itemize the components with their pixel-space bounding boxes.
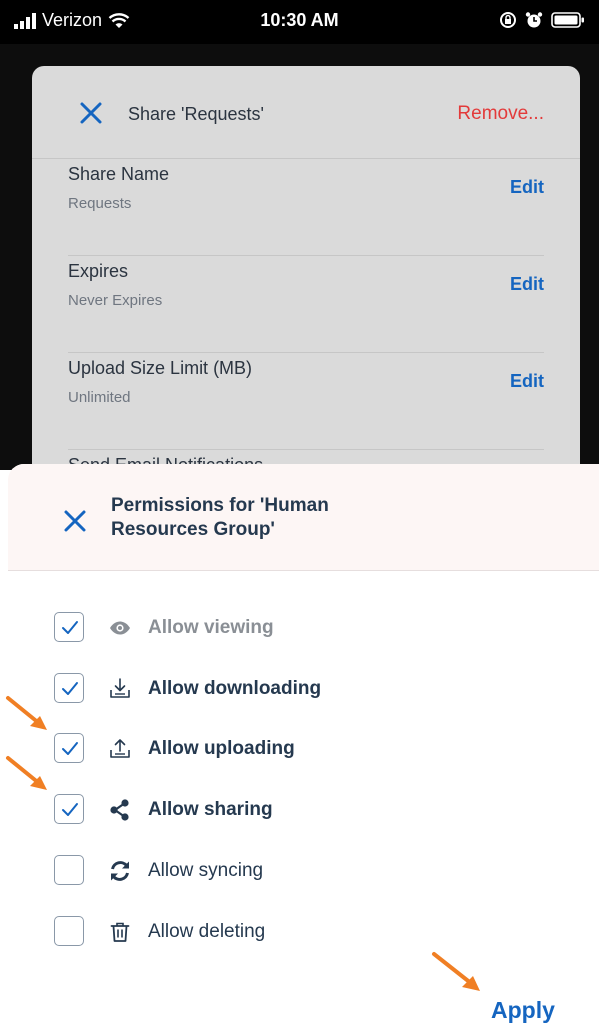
share-icon [110,799,129,821]
trash-icon [110,922,130,942]
apply-button[interactable]: Apply [491,997,555,1024]
upload-icon [110,739,130,758]
status-bar: Verizon 10:30 AM [0,0,599,44]
checkmark-icon [62,621,78,634]
close-icon[interactable] [78,100,104,126]
permissions-sheet-header: Permissions for 'Human Resources Group' [8,464,599,571]
row-title: Expires [68,261,129,281]
viewing-checkbox[interactable] [54,612,84,642]
expires-row: Expires Never Expires Edit [68,256,544,353]
row-value: Never Expires [68,292,163,309]
share-name-row: Share Name Requests Edit [68,159,544,256]
rotation-lock-icon [500,12,516,28]
row-title: Share Name [68,164,170,184]
edit-share-name-button[interactable]: Edit [510,177,544,198]
edit-expires-button[interactable]: Edit [510,274,544,295]
share-dialog: Share 'Requests' Remove... Share Name Re… [32,66,580,486]
syncing-checkbox[interactable] [54,855,84,885]
sync-icon [111,861,129,881]
row-value: Requests [68,195,132,212]
close-icon[interactable] [62,508,88,534]
permission-label: Allow viewing [148,617,274,638]
edit-upload-size-limit-button[interactable]: Edit [510,371,544,392]
permissions-sheet-title: Permissions for 'Human Resources Group' [111,495,329,540]
permissions-sheet: Permissions for 'Human Resources Group' … [8,464,599,1030]
status-right [499,11,585,29]
remove-button[interactable]: Remove... [457,103,544,125]
download-icon [110,678,130,698]
upload-size-limit-row: Upload Size Limit (MB) Unlimited Edit [68,353,544,450]
eye-icon [110,621,130,635]
share-dialog-header: Share 'Requests' Remove... [32,66,580,159]
share-dialog-title: Share 'Requests' [128,104,264,124]
deleting-checkbox[interactable] [54,916,84,946]
annotation-arrow-uploading [6,696,47,730]
row-value: Unlimited [68,389,131,406]
permission-label: Allow uploading [148,738,295,759]
permission-label: Allow syncing [148,860,264,881]
permission-label: Allow downloading [148,678,322,699]
row-title: Upload Size Limit (MB) [68,358,253,378]
annotation-arrow-sharing [6,756,47,790]
alarm-icon [525,12,543,28]
permission-label: Allow deleting [148,921,266,942]
battery-icon [551,12,584,28]
permission-label: Allow sharing [148,799,273,820]
annotation-arrow-apply [432,952,480,991]
